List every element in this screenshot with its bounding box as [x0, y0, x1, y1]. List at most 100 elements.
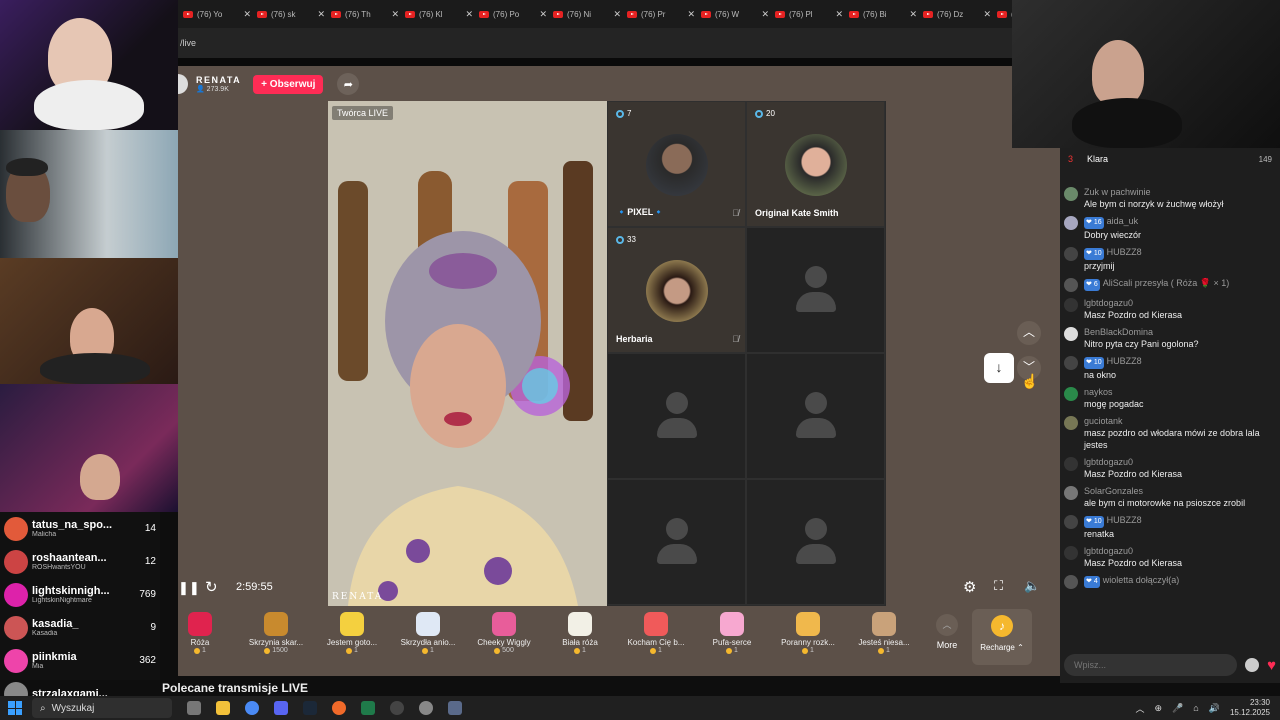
close-icon[interactable]: ✕ — [317, 9, 325, 20]
close-icon[interactable]: ✕ — [983, 9, 991, 20]
chat-message[interactable]: ❤ 10 HUBZZ8 na okno — [1064, 355, 1276, 381]
gear-icon[interactable]: ⚙ — [963, 578, 976, 596]
tray-chevron-icon[interactable]: ︿ — [1136, 702, 1145, 715]
gift-item[interactable]: Biała róża 1 — [542, 606, 618, 668]
browser-tab[interactable]: (76) Pr ✕ — [624, 4, 698, 24]
host-avatar[interactable] — [178, 74, 188, 94]
browser-tab[interactable]: (76) Kl ✕ — [402, 4, 476, 24]
gift-item[interactable]: Skrzynia skar... 1500 — [238, 606, 314, 668]
viewer-row[interactable]: kasadia_ Kasadia 9 — [0, 611, 160, 644]
chat-username[interactable]: Zuk w pachwinie — [1084, 186, 1224, 198]
taskbar-search[interactable]: ⌕ Wyszukaj — [32, 698, 172, 718]
viewer-row[interactable]: roshaantean... ROSHwantsYOU 12 — [0, 545, 160, 578]
emoji-icon[interactable] — [1245, 658, 1260, 672]
file-explorer-icon[interactable] — [216, 701, 230, 715]
chat-avatar[interactable] — [1064, 298, 1078, 312]
gift-item[interactable]: Cheeky Wiggly 500 — [466, 606, 542, 668]
settings-app-icon[interactable] — [448, 701, 462, 715]
guest-slot-3[interactable]: 33 Herbaria 🎙̸ — [607, 227, 746, 353]
gift-item[interactable]: Jesteś niesa... 1 — [846, 606, 922, 668]
chat-avatar[interactable] — [1064, 278, 1078, 292]
fullscreen-icon[interactable]: ⛶ — [994, 578, 1003, 594]
chat-avatar[interactable] — [1064, 515, 1078, 529]
top-viewer-name[interactable]: Klara — [1087, 154, 1259, 164]
chat-username[interactable]: lgbtdogazu0 — [1084, 297, 1182, 309]
network-icon[interactable]: ⊕ — [1155, 703, 1163, 714]
chat-avatar[interactable] — [1064, 327, 1078, 341]
gift-item[interactable]: Pufa-serce 1 — [694, 606, 770, 668]
chat-username[interactable]: ❤ 10 HUBZZ8 — [1084, 246, 1142, 260]
chat-username[interactable]: ❤ 16 aida_uk — [1084, 215, 1141, 229]
viewer-row[interactable]: piinkmia Mia 362 — [0, 644, 160, 677]
windows-start-icon[interactable] — [8, 701, 22, 715]
chat-avatar[interactable] — [1064, 356, 1078, 370]
gift-item[interactable]: Skrzydła anio... 1 — [390, 606, 466, 668]
empty-slot[interactable] — [746, 479, 885, 605]
chat-message[interactable]: lgbtdogazu0 Masz Pozdro od Kierasa — [1064, 456, 1276, 480]
chat-message[interactable]: ❤ 10 HUBZZ8 renatka — [1064, 514, 1276, 540]
steam-icon[interactable] — [303, 701, 317, 715]
close-icon[interactable]: ✕ — [909, 9, 917, 20]
browser-tab[interactable]: (76) Yo ✕ — [180, 4, 254, 24]
chat-username[interactable]: lgbtdogazu0 — [1084, 545, 1182, 557]
heart-icon[interactable]: ♥ — [1267, 657, 1276, 674]
browser-tab[interactable]: (76) Pl ✕ — [772, 4, 846, 24]
browser-tab[interactable]: (76) W ✕ — [698, 4, 772, 24]
gift-item[interactable]: Kocham Cię b... 1 — [618, 606, 694, 668]
chat-message[interactable]: lgbtdogazu0 Masz Pozdro od Kierasa — [1064, 297, 1276, 321]
more-button[interactable]: ︿ More — [922, 606, 972, 650]
volume-icon[interactable]: 🔈 — [1024, 578, 1040, 594]
follow-button[interactable]: + Obserwuj — [253, 74, 324, 94]
close-icon[interactable]: ✕ — [687, 9, 695, 20]
close-icon[interactable]: ✕ — [465, 9, 473, 20]
chat-avatar[interactable] — [1064, 216, 1078, 230]
speaker-icon[interactable]: 🔊 — [1209, 703, 1220, 714]
chat-message[interactable]: naykos mogę pogadac — [1064, 386, 1276, 410]
chat-message[interactable]: ❤ 4 wioletta dołączył(a) — [1064, 574, 1276, 589]
chat-avatar[interactable] — [1064, 416, 1078, 430]
chevron-up-icon[interactable]: ︿ — [1017, 321, 1041, 345]
close-icon[interactable]: ✕ — [539, 9, 547, 20]
chat-message[interactable]: ❤ 10 HUBZZ8 przyjmij — [1064, 246, 1276, 272]
chat-username[interactable]: ❤ 4 wioletta dołączył(a) — [1084, 574, 1179, 588]
chat-avatar[interactable] — [1064, 457, 1078, 471]
empty-slot[interactable] — [746, 227, 885, 353]
chrome-icon[interactable] — [245, 701, 259, 715]
chat-message[interactable]: guciotank masz pozdro od włodara mówi ze … — [1064, 415, 1276, 451]
app-icon[interactable] — [390, 701, 404, 715]
chat-username[interactable]: lgbtdogazu0 — [1084, 456, 1182, 468]
host-name[interactable]: RENATA — [196, 75, 241, 85]
chat-avatar[interactable] — [1064, 387, 1078, 401]
close-icon[interactable]: ✕ — [391, 9, 399, 20]
download-icon[interactable]: ↓ — [984, 353, 1014, 383]
gift-item[interactable]: Jestem goto... 1 — [314, 606, 390, 668]
chat-avatar[interactable] — [1064, 247, 1078, 261]
chat-username[interactable]: ❤ 10 HUBZZ8 — [1084, 514, 1142, 528]
close-icon[interactable]: ✕ — [613, 9, 621, 20]
chat-avatar[interactable] — [1064, 486, 1078, 500]
close-icon[interactable]: ✕ — [243, 9, 251, 20]
browser-tab[interactable]: (76) Dz ✕ — [920, 4, 994, 24]
excel-icon[interactable] — [361, 701, 375, 715]
refresh-icon[interactable]: ↻ — [205, 578, 218, 596]
wifi-icon[interactable]: ⌂ — [1193, 703, 1198, 713]
gift-item[interactable]: Róża 1 — [162, 606, 238, 668]
chat-message[interactable]: SolarGonzales ale bym ci motorowke na psi… — [1064, 485, 1276, 509]
chat-username[interactable]: guciotank — [1084, 415, 1276, 427]
gift-item[interactable]: Poranny rozk... 1 — [770, 606, 846, 668]
obs-icon[interactable] — [419, 701, 433, 715]
pause-icon[interactable]: ❚❚ — [178, 580, 200, 596]
close-icon[interactable]: ✕ — [761, 9, 769, 20]
viewer-row[interactable]: tatus_na_spo... Malicha 14 — [0, 512, 160, 545]
empty-slot[interactable] — [607, 353, 746, 479]
chat-avatar[interactable] — [1064, 575, 1078, 589]
chat-input[interactable] — [1064, 654, 1238, 676]
chat-avatar[interactable] — [1064, 187, 1078, 201]
chat-message[interactable]: lgbtdogazu0 Masz Pozdro od Kierasa — [1064, 545, 1276, 569]
clock[interactable]: 23:30 15.12.2025 — [1230, 698, 1270, 718]
task-view-icon[interactable] — [187, 701, 201, 715]
chat-username[interactable]: ❤ 10 HUBZZ8 — [1084, 355, 1142, 369]
browser-tab[interactable]: (76) sk ✕ — [254, 4, 328, 24]
address-bar[interactable]: /live — [178, 28, 1012, 58]
mic-icon[interactable]: 🎤 — [1172, 703, 1183, 714]
